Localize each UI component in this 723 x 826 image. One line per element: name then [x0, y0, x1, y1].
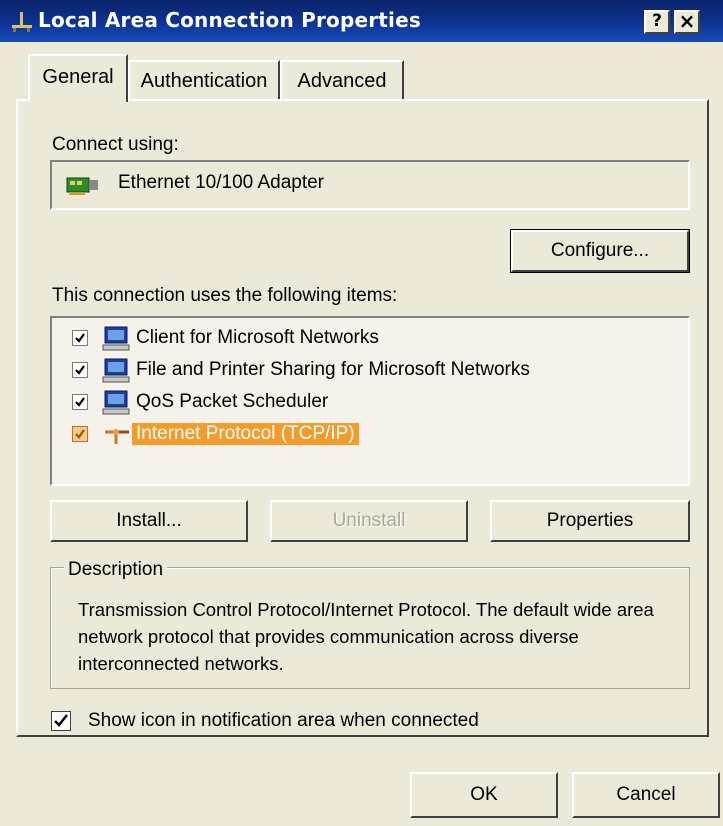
- adapter-box: Ethernet 10/100 Adapter: [50, 160, 690, 210]
- computer-icon: [102, 358, 130, 383]
- cancel-button[interactable]: Cancel: [572, 772, 720, 818]
- adapter-name: Ethernet 10/100 Adapter: [118, 172, 324, 193]
- item-label: File and Printer Sharing for Microsoft N…: [136, 359, 530, 380]
- tab-advanced[interactable]: Advanced: [280, 60, 404, 100]
- item-checkbox[interactable]: [72, 426, 88, 442]
- item-label: Internet Protocol (TCP/IP): [132, 423, 359, 445]
- components-list[interactable]: Client for Microsoft Networks File and P…: [50, 316, 690, 486]
- window-title: Local Area Connection Properties: [38, 8, 421, 32]
- protocol-icon: [105, 429, 129, 444]
- network-connection-icon: [12, 12, 32, 32]
- properties-dialog: Local Area Connection Properties ? × Gen…: [0, 0, 723, 826]
- title-bar[interactable]: Local Area Connection Properties ? ×: [0, 0, 723, 42]
- tab-general[interactable]: General: [28, 54, 128, 102]
- ok-button[interactable]: OK: [410, 772, 558, 818]
- item-checkbox[interactable]: [72, 330, 88, 346]
- item-label: QoS Packet Scheduler: [136, 391, 329, 412]
- tab-authentication[interactable]: Authentication: [128, 60, 280, 100]
- network-card-icon: [66, 177, 98, 195]
- item-checkbox[interactable]: [72, 362, 88, 378]
- help-button[interactable]: ?: [644, 10, 670, 34]
- computer-icon: [102, 326, 130, 351]
- item-checkbox[interactable]: [72, 394, 88, 410]
- item-label: Client for Microsoft Networks: [136, 327, 379, 348]
- close-button[interactable]: ×: [674, 10, 700, 34]
- computer-icon: [102, 390, 130, 415]
